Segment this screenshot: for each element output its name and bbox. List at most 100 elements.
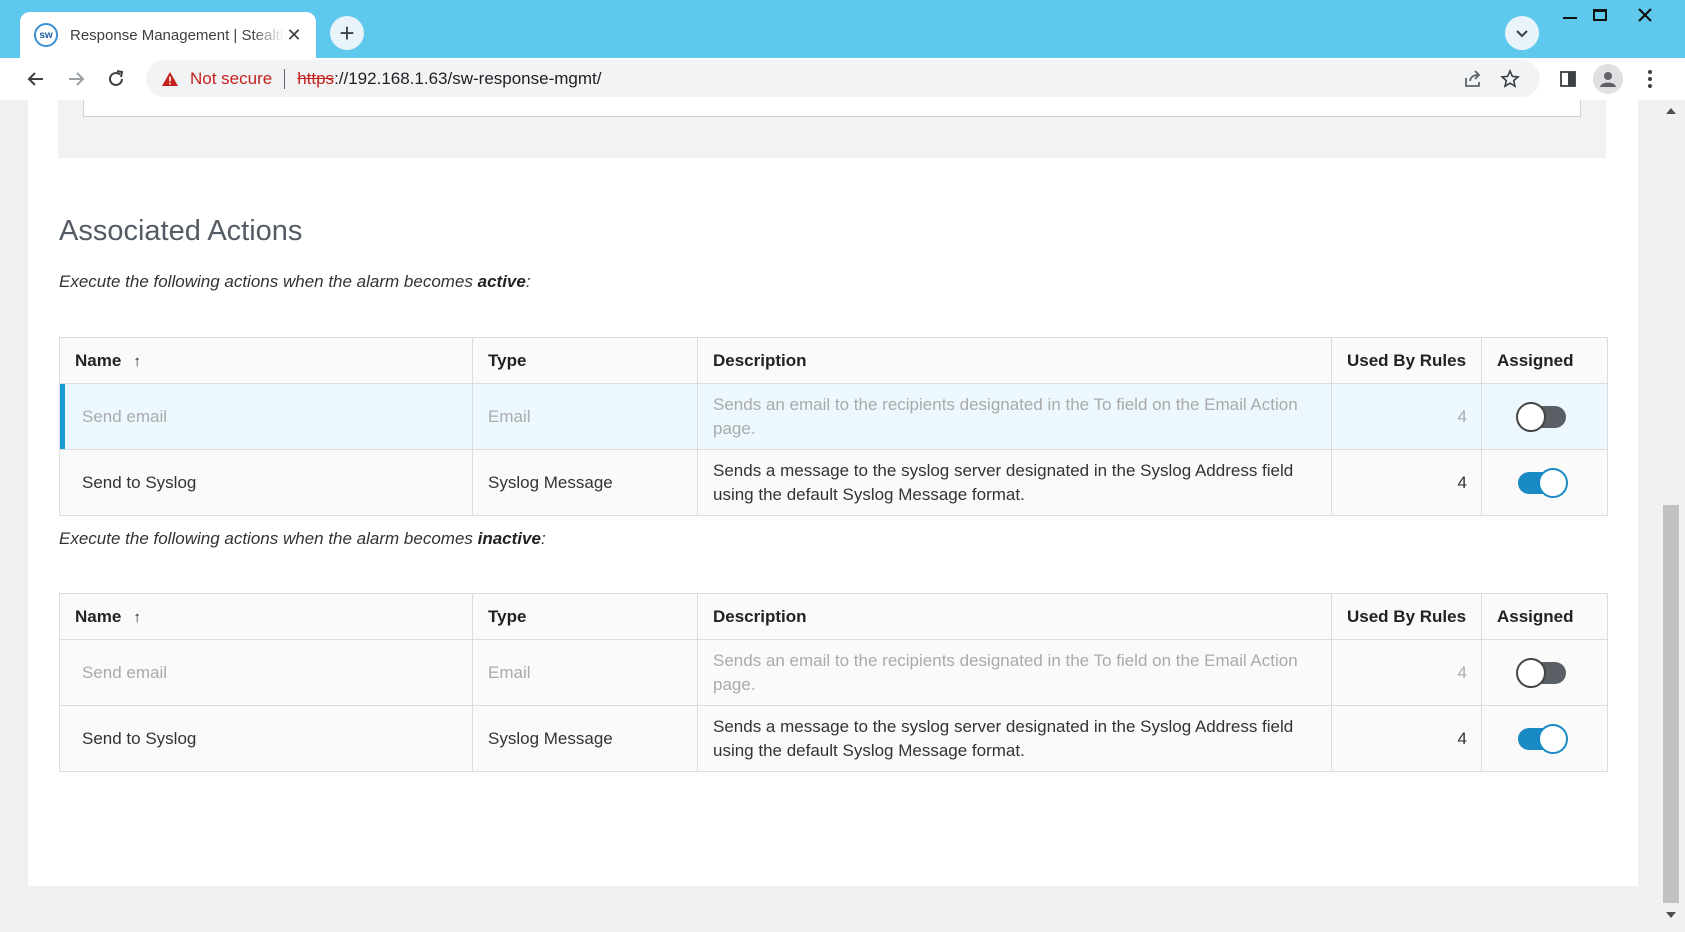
column-header-used-by-rules[interactable]: Used By Rules: [1331, 337, 1482, 384]
not-secure-label[interactable]: Not secure: [190, 69, 272, 89]
column-header-used-by-rules[interactable]: Used By Rules: [1331, 593, 1482, 640]
action-name: Send to Syslog: [59, 449, 473, 516]
close-window-button[interactable]: [1622, 0, 1668, 30]
url-text: ://192.168.1.63/sw-response-mgmt/: [334, 68, 602, 88]
bookmark-button[interactable]: [1494, 63, 1526, 95]
profile-button[interactable]: [1593, 64, 1623, 94]
assigned-toggle[interactable]: [1518, 467, 1568, 498]
action-type: Syslog Message: [472, 449, 698, 516]
column-header-type[interactable]: Type: [472, 337, 698, 384]
tab-search-button[interactable]: [1505, 16, 1539, 50]
table-row[interactable]: Send to Syslog Syslog Message Sends a me…: [59, 449, 1608, 516]
browser-menu-button[interactable]: [1634, 63, 1666, 95]
star-icon: [1500, 69, 1520, 88]
address-bar[interactable]: Not secure https ://192.168.1.63/sw-resp…: [146, 60, 1540, 97]
sort-ascending-icon[interactable]: ↑: [133, 353, 141, 370]
column-header-type[interactable]: Type: [472, 593, 698, 640]
column-header-description[interactable]: Description: [697, 337, 1332, 384]
table-header-row: Name ↑ Type Description Used By Rules Ass…: [59, 593, 1608, 640]
new-tab-button[interactable]: +: [330, 16, 364, 50]
close-icon: [1638, 8, 1652, 22]
page-viewport: Associated Actions Execute the following…: [0, 100, 1685, 932]
active-intro-text: Execute the following actions when the a…: [59, 272, 478, 291]
maximize-icon: [1593, 9, 1607, 21]
table-row[interactable]: Send email Email Sends an email to the r…: [59, 639, 1608, 706]
inactive-intro-text: Execute the following actions when the a…: [59, 529, 478, 548]
active-intro: Execute the following actions when the a…: [59, 272, 531, 292]
sort-ascending-icon[interactable]: ↑: [133, 609, 141, 626]
share-icon: [1465, 70, 1481, 87]
forward-icon: [69, 72, 85, 86]
assigned-toggle[interactable]: [1516, 657, 1566, 688]
assigned-cell: [1481, 449, 1608, 516]
column-header-assigned[interactable]: Assigned: [1481, 593, 1608, 640]
assigned-toggle[interactable]: [1516, 401, 1566, 432]
column-header-description[interactable]: Description: [697, 593, 1332, 640]
warning-icon[interactable]: [160, 70, 180, 88]
side-panel-button[interactable]: [1552, 63, 1584, 95]
back-icon: [27, 72, 43, 86]
inactive-keyword: inactive: [477, 529, 541, 548]
browser-toolbar: Not secure https ://192.168.1.63/sw-resp…: [0, 58, 1685, 100]
inactive-actions-table: Name ↑ Type Description Used By Rules Ass…: [59, 593, 1608, 772]
column-header-name[interactable]: Name ↑: [59, 593, 473, 640]
used-by-rules-count: 4: [1331, 705, 1482, 772]
scroll-up-arrow-icon[interactable]: [1666, 108, 1676, 114]
active-keyword: active: [477, 272, 526, 291]
url-scheme: https: [297, 68, 335, 88]
used-by-rules-count: 4: [1331, 449, 1482, 516]
column-name-label: Name: [75, 606, 122, 626]
assigned-cell: [1481, 705, 1608, 772]
used-by-rules-count: 4: [1331, 383, 1482, 450]
column-header-name[interactable]: Name ↑: [59, 337, 473, 384]
side-panel-icon: [1560, 71, 1576, 87]
action-description: Sends a message to the syslog server des…: [697, 449, 1332, 516]
table-header-row: Name ↑ Type Description Used By Rules Ass…: [59, 337, 1608, 384]
table-row[interactable]: Send email Email Sends an email to the r…: [59, 383, 1608, 450]
tab-strip: sw Response Management | Stealthwatch ✕ …: [0, 0, 1685, 58]
profile-icon: [1600, 72, 1616, 87]
used-by-rules-count: 4: [1331, 639, 1482, 706]
action-type: Email: [472, 639, 698, 706]
favicon-icon: sw: [34, 23, 58, 47]
toggle-knob: [1538, 467, 1568, 498]
assigned-toggle[interactable]: [1518, 723, 1568, 754]
section-title: Associated Actions: [59, 215, 303, 247]
maximize-window-button[interactable]: [1577, 0, 1623, 30]
share-button[interactable]: [1457, 63, 1489, 95]
address-separator: [284, 68, 286, 89]
inactive-intro-suffix: :: [540, 529, 546, 548]
action-type: Syslog Message: [472, 705, 698, 772]
tab-close-icon[interactable]: ✕: [284, 25, 304, 45]
browser-tab[interactable]: sw Response Management | Stealthwatch ✕: [20, 12, 316, 58]
action-name: Send email: [59, 383, 473, 450]
action-description: Sends an email to the recipients designa…: [697, 383, 1332, 450]
column-name-label: Name: [75, 350, 122, 370]
chevron-down-icon: [1516, 30, 1528, 38]
action-type: Email: [472, 383, 698, 450]
menu-icon: [1648, 70, 1652, 88]
minimize-icon: [1563, 17, 1577, 19]
reload-icon: [109, 70, 124, 86]
inactive-intro: Execute the following actions when the a…: [59, 529, 546, 549]
scroll-down-arrow-icon[interactable]: [1666, 912, 1676, 918]
toggle-knob: [1516, 657, 1546, 688]
previous-section-field: [83, 100, 1581, 117]
toggle-knob: [1538, 723, 1568, 754]
action-description: Sends a message to the syslog server des…: [697, 705, 1332, 772]
back-button[interactable]: [20, 63, 52, 95]
previous-section-panel: [58, 100, 1606, 158]
action-name: Send to Syslog: [59, 705, 473, 772]
assigned-cell: [1481, 639, 1608, 706]
toggle-knob: [1516, 401, 1546, 432]
forward-button[interactable]: [60, 63, 92, 95]
tab-title: Response Management | Stealthwatch: [70, 26, 284, 44]
table-row[interactable]: Send to Syslog Syslog Message Sends a me…: [59, 705, 1608, 772]
column-header-assigned[interactable]: Assigned: [1481, 337, 1608, 384]
scrollbar-thumb[interactable]: [1663, 505, 1679, 903]
assigned-cell: [1481, 383, 1608, 450]
active-actions-table: Name ↑ Type Description Used By Rules Ass…: [59, 337, 1608, 516]
reload-button[interactable]: [100, 63, 132, 95]
vertical-scrollbar[interactable]: [1658, 100, 1685, 932]
action-name: Send email: [59, 639, 473, 706]
